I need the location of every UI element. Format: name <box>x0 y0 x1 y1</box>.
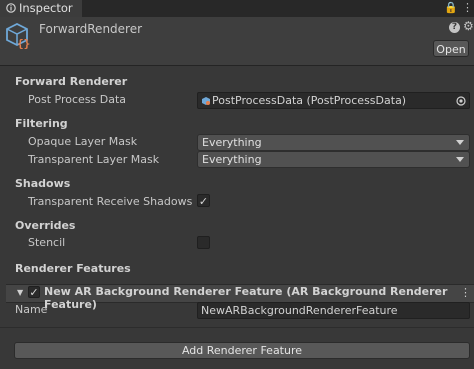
stencil-checkbox[interactable] <box>197 236 210 249</box>
section-filtering: Filtering <box>15 117 68 130</box>
stencil-label: Stencil <box>28 236 66 249</box>
features-divider <box>0 327 474 328</box>
section-shadows: Shadows <box>15 177 71 190</box>
feature-enabled-checkbox[interactable]: ✓ <box>28 286 40 299</box>
opaque-layer-mask-label: Opaque Layer Mask <box>28 135 138 148</box>
transparent-receive-shadows-label: Transparent Receive Shadows <box>28 195 193 208</box>
tab-menu-icon[interactable]: ⋮ <box>462 1 473 14</box>
section-overrides: Overrides <box>15 219 76 232</box>
transparent-layer-mask-dropdown[interactable]: Everything <box>197 151 470 168</box>
opaque-layer-mask-value: Everything <box>202 136 262 149</box>
settings-icon[interactable]: ⚙ <box>463 19 474 33</box>
feature-menu-icon[interactable]: ⋮ <box>460 286 471 299</box>
add-renderer-feature-button[interactable]: Add Renderer Feature <box>14 342 470 359</box>
object-picker-icon[interactable] <box>456 96 466 106</box>
post-process-data-value: PostProcessData (PostProcessData) <box>212 94 407 107</box>
tab-label: Inspector <box>19 1 73 15</box>
chevron-down-icon <box>456 140 464 145</box>
transparent-layer-mask-label: Transparent Layer Mask <box>28 153 160 166</box>
svg-text:{}: {} <box>17 37 30 50</box>
opaque-layer-mask-dropdown[interactable]: Everything <box>197 134 470 151</box>
foldout-arrow-icon[interactable]: ▼ <box>17 288 23 297</box>
feature-name-value: NewARBackgroundRendererFeature <box>201 304 398 317</box>
tab-inspector[interactable]: Inspector <box>0 0 82 17</box>
help-icon[interactable]: ? <box>449 22 460 33</box>
section-forward-renderer: Forward Renderer <box>15 75 128 88</box>
transparent-layer-mask-value: Everything <box>202 153 262 166</box>
post-process-data-label: Post Process Data <box>28 93 127 106</box>
transparent-receive-shadows-checkbox[interactable]: ✓ <box>197 194 210 208</box>
feature-name-label: Name <box>15 303 48 316</box>
chevron-down-icon <box>456 157 464 162</box>
info-icon <box>6 3 16 13</box>
lock-icon[interactable]: 🔒 <box>444 1 458 14</box>
asset-reference-icon <box>202 97 210 105</box>
header-divider <box>0 65 474 66</box>
asset-title: ForwardRenderer <box>39 22 143 36</box>
section-renderer-features: Renderer Features <box>15 262 131 275</box>
post-process-data-field[interactable]: PostProcessData (PostProcessData) <box>197 92 470 109</box>
open-button[interactable]: Open <box>433 40 469 57</box>
feature-name-input[interactable]: NewARBackgroundRendererFeature <box>197 302 470 319</box>
scriptable-object-icon: {} <box>6 22 30 50</box>
